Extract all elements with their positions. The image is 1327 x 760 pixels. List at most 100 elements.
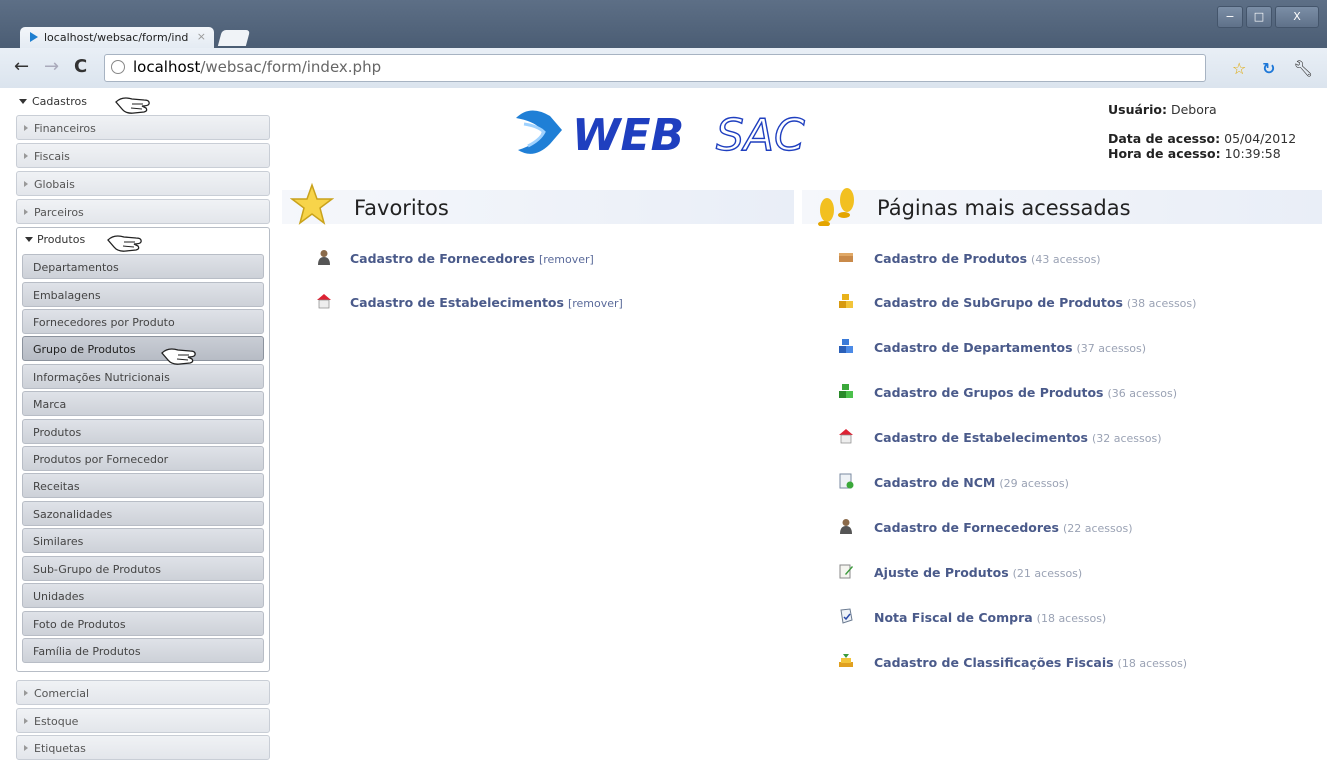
usuario-value: Debora: [1170, 102, 1217, 117]
menu-group-fiscais[interactable]: Fiscais: [16, 143, 270, 168]
most-accessed-link[interactable]: Nota Fiscal de Compra: [874, 610, 1033, 625]
user-info: Usuário: Debora Data de acesso: 05/04/20…: [1108, 102, 1296, 161]
caret-right-icon: [24, 745, 28, 751]
caret-right-icon: [24, 153, 28, 159]
favorite-link[interactable]: Cadastro de Estabelecimentos: [350, 295, 564, 310]
websac-logo: WEB SAC: [510, 100, 890, 164]
menu-item-informacoes-nutricionais[interactable]: Informações Nutricionais: [22, 364, 264, 389]
address-bar[interactable]: localhost/websac/form/index.php: [104, 54, 1206, 82]
mais-acessadas-title: Páginas mais acessadas: [877, 196, 1131, 220]
menu-item-sazonalidades[interactable]: Sazonalidades: [22, 501, 264, 526]
stack-icon: [839, 654, 853, 667]
hora-acesso-label: Hora de acesso:: [1108, 146, 1221, 161]
menu-item-produtos[interactable]: Produtos: [22, 419, 264, 444]
blue-blocks-icon: [839, 339, 853, 353]
caret-down-icon: [19, 99, 27, 104]
logo-text-sac: SAC: [716, 110, 805, 161]
menu-item-produtos-por-fornecedor[interactable]: Produtos por Fornecedor: [22, 446, 264, 471]
most-accessed-link[interactable]: Cadastro de Produtos: [874, 251, 1027, 266]
back-arrow-icon[interactable]: ←: [14, 58, 29, 76]
hand-cursor-icon: [107, 235, 142, 252]
menu-group-financeiros[interactable]: Financeiros: [16, 115, 270, 140]
sidebar-menu: Cadastros Financeiros Fiscais Globais Pa…: [10, 90, 274, 760]
footprints-icon: [818, 188, 854, 226]
most-accessed-link[interactable]: Cadastro de NCM: [874, 475, 995, 490]
most-accessed-link[interactable]: Cadastro de Fornecedores: [874, 520, 1059, 535]
menu-group-comercial[interactable]: Comercial: [16, 680, 270, 705]
favicon-icon: [30, 32, 38, 42]
wrench-icon[interactable]: 🔧︎: [1293, 61, 1313, 77]
most-accessed-link[interactable]: Cadastro de Classificações Fiscais: [874, 655, 1114, 670]
extension-icon[interactable]: ↻: [1262, 61, 1275, 77]
green-blocks-icon: [839, 384, 853, 398]
menu-item-departamentos[interactable]: Departamentos: [22, 254, 264, 279]
reload-icon[interactable]: C: [74, 58, 87, 76]
menu-group-globais[interactable]: Globais: [16, 171, 270, 196]
star-icon: [290, 182, 334, 225]
person-icon: [840, 519, 852, 534]
most-accessed-link[interactable]: Cadastro de Departamentos: [874, 340, 1073, 355]
favoritos-title: Favoritos: [354, 196, 449, 220]
favorite-link[interactable]: Cadastro de Fornecedores: [350, 251, 535, 266]
access-count: (21 acessos): [1012, 567, 1083, 580]
most-accessed-link[interactable]: Cadastro de Estabelecimentos: [874, 430, 1088, 445]
menu-item-similares[interactable]: Similares: [22, 528, 264, 553]
access-count: (43 acessos): [1031, 253, 1101, 266]
caret-right-icon: [24, 181, 28, 187]
data-acesso-label: Data de acesso:: [1108, 131, 1221, 146]
browser-tab[interactable]: localhost/websac/form/ind ×: [20, 27, 214, 48]
bookmark-star-icon[interactable]: ☆: [1232, 61, 1246, 77]
menu-item-sub-grupo-de-produtos[interactable]: Sub-Grupo de Produtos: [22, 556, 264, 581]
access-count: (22 acessos): [1062, 522, 1133, 535]
window-controls: − □ X: [1214, 6, 1319, 28]
data-acesso-value: 05/04/2012: [1224, 131, 1297, 146]
browser-toolbar: ← → C localhost/websac/form/index.php ☆ …: [0, 48, 1327, 89]
logo-text-web: WEB: [572, 110, 684, 161]
minimize-button[interactable]: −: [1217, 6, 1243, 28]
menu-group-parceiros[interactable]: Parceiros: [16, 199, 270, 224]
maximize-button[interactable]: □: [1246, 6, 1272, 28]
menu-item-grupo-de-produtos[interactable]: Grupo de Produtos: [22, 336, 264, 361]
tab-close-icon[interactable]: ×: [197, 30, 206, 43]
caret-right-icon: [24, 209, 28, 215]
usuario-label: Usuário:: [1108, 102, 1167, 117]
remove-favorite-link[interactable]: [remover]: [539, 253, 594, 266]
menu-item-familia-de-produtos[interactable]: Família de Produtos: [22, 638, 264, 663]
menu-group-estoque[interactable]: Estoque: [16, 708, 270, 733]
remove-favorite-link[interactable]: [remover]: [568, 297, 623, 310]
most-accessed-link[interactable]: Ajuste de Produtos: [874, 565, 1009, 580]
caret-right-icon: [24, 690, 28, 696]
menu-item-marca[interactable]: Marca: [22, 391, 264, 416]
box-icon: [839, 253, 853, 262]
url-host: localhost: [133, 58, 201, 76]
menu-group-etiquetas[interactable]: Etiquetas: [16, 735, 270, 760]
caret-down-icon: [25, 237, 33, 242]
house-icon: [317, 294, 331, 309]
access-count: (18 acessos): [1117, 657, 1188, 670]
page-info-icon[interactable]: [111, 60, 125, 74]
forward-arrow-icon[interactable]: →: [44, 58, 59, 76]
browser-titlebar: localhost/websac/form/ind × − □ X: [0, 0, 1327, 48]
close-window-button[interactable]: X: [1275, 6, 1319, 28]
most-accessed-link[interactable]: Cadastro de Grupos de Produtos: [874, 385, 1103, 400]
menu-item-unidades[interactable]: Unidades: [22, 583, 264, 608]
yellow-blocks-icon: [839, 294, 853, 308]
most-accessed-link[interactable]: Cadastro de SubGrupo de Produtos: [874, 295, 1123, 310]
new-tab-button[interactable]: [217, 30, 251, 46]
invoice-icon: [840, 608, 853, 624]
hand-cursor-icon: [161, 348, 196, 365]
access-count: (32 acessos): [1091, 432, 1162, 445]
edit-icon: [839, 564, 853, 579]
caret-right-icon: [24, 125, 28, 131]
hand-cursor-icon: [115, 97, 150, 114]
person-icon: [318, 250, 330, 265]
access-count: (29 acessos): [999, 477, 1069, 490]
access-count: (38 acessos): [1126, 297, 1197, 310]
access-count: (36 acessos): [1107, 387, 1178, 400]
menu-item-foto-de-produtos[interactable]: Foto de Produtos: [22, 611, 264, 636]
house-icon: [839, 429, 853, 444]
menu-item-receitas[interactable]: Receitas: [22, 473, 264, 498]
menu-item-embalagens[interactable]: Embalagens: [22, 282, 264, 307]
hora-acesso-value: 10:39:58: [1224, 146, 1281, 161]
menu-item-fornecedores-por-produto[interactable]: Fornecedores por Produto: [22, 309, 264, 334]
